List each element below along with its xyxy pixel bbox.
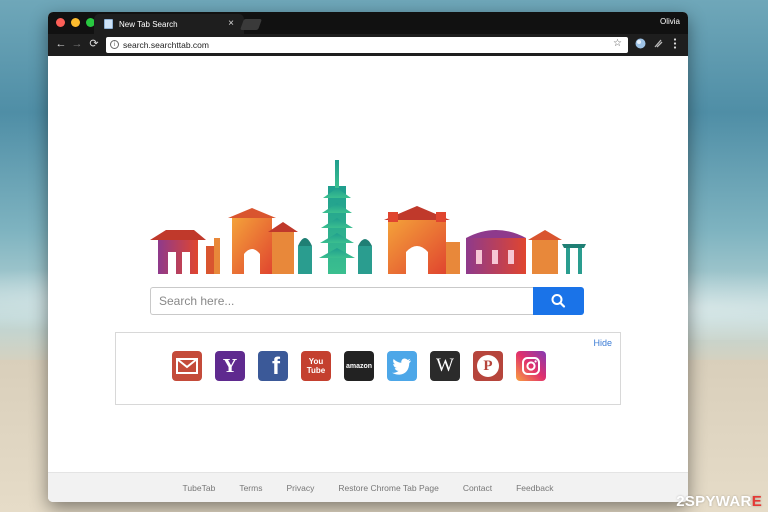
footer-link-restore-chrome-tab-page[interactable]: Restore Chrome Tab Page [338,483,438,493]
menu-dots-icon[interactable] [668,38,681,51]
yahoo-icon: Y [222,354,238,377]
forward-icon[interactable]: → [70,37,84,51]
search-icon [551,294,566,308]
yahoo-shortcut[interactable]: Y [215,351,245,381]
wikipedia-icon: W [436,355,454,376]
mail-shortcut[interactable] [172,351,202,381]
search-input[interactable]: Search here... [150,287,533,315]
page-icon [104,19,113,29]
close-window-button[interactable] [56,18,65,27]
instagram-shortcut[interactable] [516,351,546,381]
footer-link-feedback[interactable]: Feedback [516,483,553,493]
reload-icon[interactable]: ⟳ [87,37,101,51]
search-form: Search here... [150,287,584,315]
bookmark-star-icon[interactable]: ☆ [613,38,622,49]
minimize-window-button[interactable] [71,18,80,27]
globe-extension-icon[interactable] [634,38,647,51]
pinterest-shortcut[interactable]: P [473,351,503,381]
browser-window: New Tab Search × Olivia ← → ⟳ i search.s… [48,12,688,502]
shortcut-icons: Y f You Tube amazon W P [172,351,546,381]
city-skyline-illustration [150,160,586,274]
browser-toolbar: ← → ⟳ i search.searchttab.com ☆ [48,34,688,56]
window-controls [56,18,95,27]
twitter-shortcut[interactable] [387,351,417,381]
hide-shortcuts-link[interactable]: Hide [593,338,612,348]
footer-link-tubetab[interactable]: TubeTab [183,483,216,493]
youtube-icon: You Tube [306,357,326,375]
extension-icon[interactable] [652,38,665,51]
instagram-icon [522,357,540,375]
youtube-shortcut[interactable]: You Tube [301,351,331,381]
new-tab-page: Search here... Hide Y f You Tube amazon … [48,56,688,502]
footer-link-terms[interactable]: Terms [239,483,262,493]
footer-link-privacy[interactable]: Privacy [286,483,314,493]
pinterest-icon: P [477,355,499,377]
facebook-icon: f [272,353,280,380]
site-info-icon[interactable]: i [110,40,119,49]
tab-new-tab-search[interactable]: New Tab Search × [94,14,244,34]
new-tab-button[interactable] [239,19,263,30]
watermark-text: 2SPYWAR [676,493,752,510]
url-text: search.searchttab.com [123,40,209,50]
tab-title: New Tab Search [119,19,178,29]
profile-name[interactable]: Olivia [660,17,680,26]
twitter-icon [392,358,411,375]
search-button[interactable] [533,287,584,315]
amazon-shortcut[interactable]: amazon [344,351,374,381]
title-bar: New Tab Search × Olivia [48,12,688,34]
wikipedia-shortcut[interactable]: W [430,351,460,381]
amazon-icon: amazon [345,362,373,370]
address-bar[interactable]: i search.searchttab.com ☆ [106,37,628,53]
page-footer: TubeTab Terms Privacy Restore Chrome Tab… [48,472,688,502]
tab-close-icon[interactable]: × [228,18,234,29]
shortcuts-panel: Hide Y f You Tube amazon W P [115,332,621,405]
watermark-logo: 2SPYWARE [676,493,762,510]
back-icon[interactable]: ← [54,37,68,51]
facebook-shortcut[interactable]: f [258,351,288,381]
envelope-icon [176,358,198,374]
watermark-text-accent: E [751,493,762,510]
footer-link-contact[interactable]: Contact [463,483,492,493]
